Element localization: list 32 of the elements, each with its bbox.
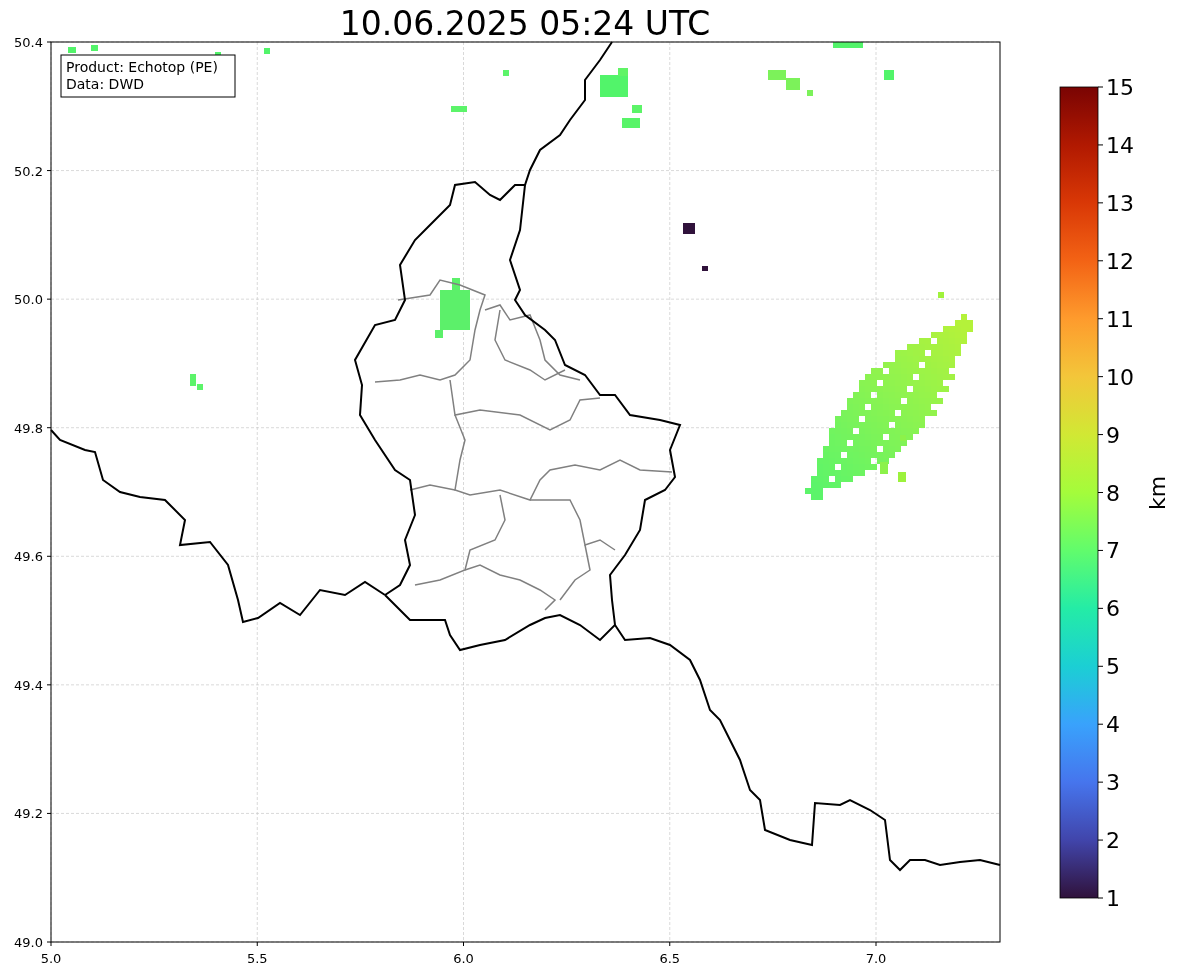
colorbar-tick-label: 8 <box>1106 480 1120 506</box>
colorbar-tick-label: 10 <box>1106 364 1134 390</box>
axis-tick-label: 49.0 <box>14 935 43 950</box>
colorbar-tick-label: 2 <box>1106 828 1120 854</box>
colorbar-tick-label: 13 <box>1106 190 1134 216</box>
axis-tick-label: 49.2 <box>14 806 43 822</box>
colorbar-tick-label: 4 <box>1106 712 1120 738</box>
axis-tick-label: 6.0 <box>453 951 474 966</box>
axis-tick-label: 49.4 <box>14 677 43 693</box>
colorbar-tick-label: 14 <box>1106 132 1134 158</box>
colorbar-tick-label: 1 <box>1106 886 1120 911</box>
colorbar-tick-label: 3 <box>1106 770 1120 796</box>
axis-tick-label: 49.6 <box>14 549 43 565</box>
colorbar-tick-label: 11 <box>1106 306 1134 332</box>
colorbar-tick-label: 9 <box>1106 422 1120 448</box>
unit-label: km <box>1145 475 1170 511</box>
colorbar-tick-label: 5 <box>1106 654 1120 680</box>
info-text: Product: Echotop (PE) <box>66 59 218 75</box>
axis-tick-label: 6.5 <box>659 951 681 966</box>
axis-tick-label: 50.4 <box>14 35 43 50</box>
colorbar-tick-label: 15 <box>1106 75 1134 100</box>
axis-tick-label: 5.0 <box>40 951 62 966</box>
axis-tick-label: 7.0 <box>865 951 887 966</box>
colorbar-tick-label: 7 <box>1106 538 1120 564</box>
colorbar-tick-label: 12 <box>1106 248 1134 274</box>
axis-tick-label: 49.8 <box>14 420 43 436</box>
axis-tick-label: 50.0 <box>14 292 43 308</box>
axis-tick-label: 50.2 <box>14 163 43 179</box>
info-text: Data: DWD <box>66 76 144 92</box>
colorbar-tick-label: 6 <box>1106 596 1120 622</box>
chart-title: 10.06.2025 05:24 UTC <box>339 4 711 43</box>
axis-tick-label: 5.5 <box>246 951 268 966</box>
